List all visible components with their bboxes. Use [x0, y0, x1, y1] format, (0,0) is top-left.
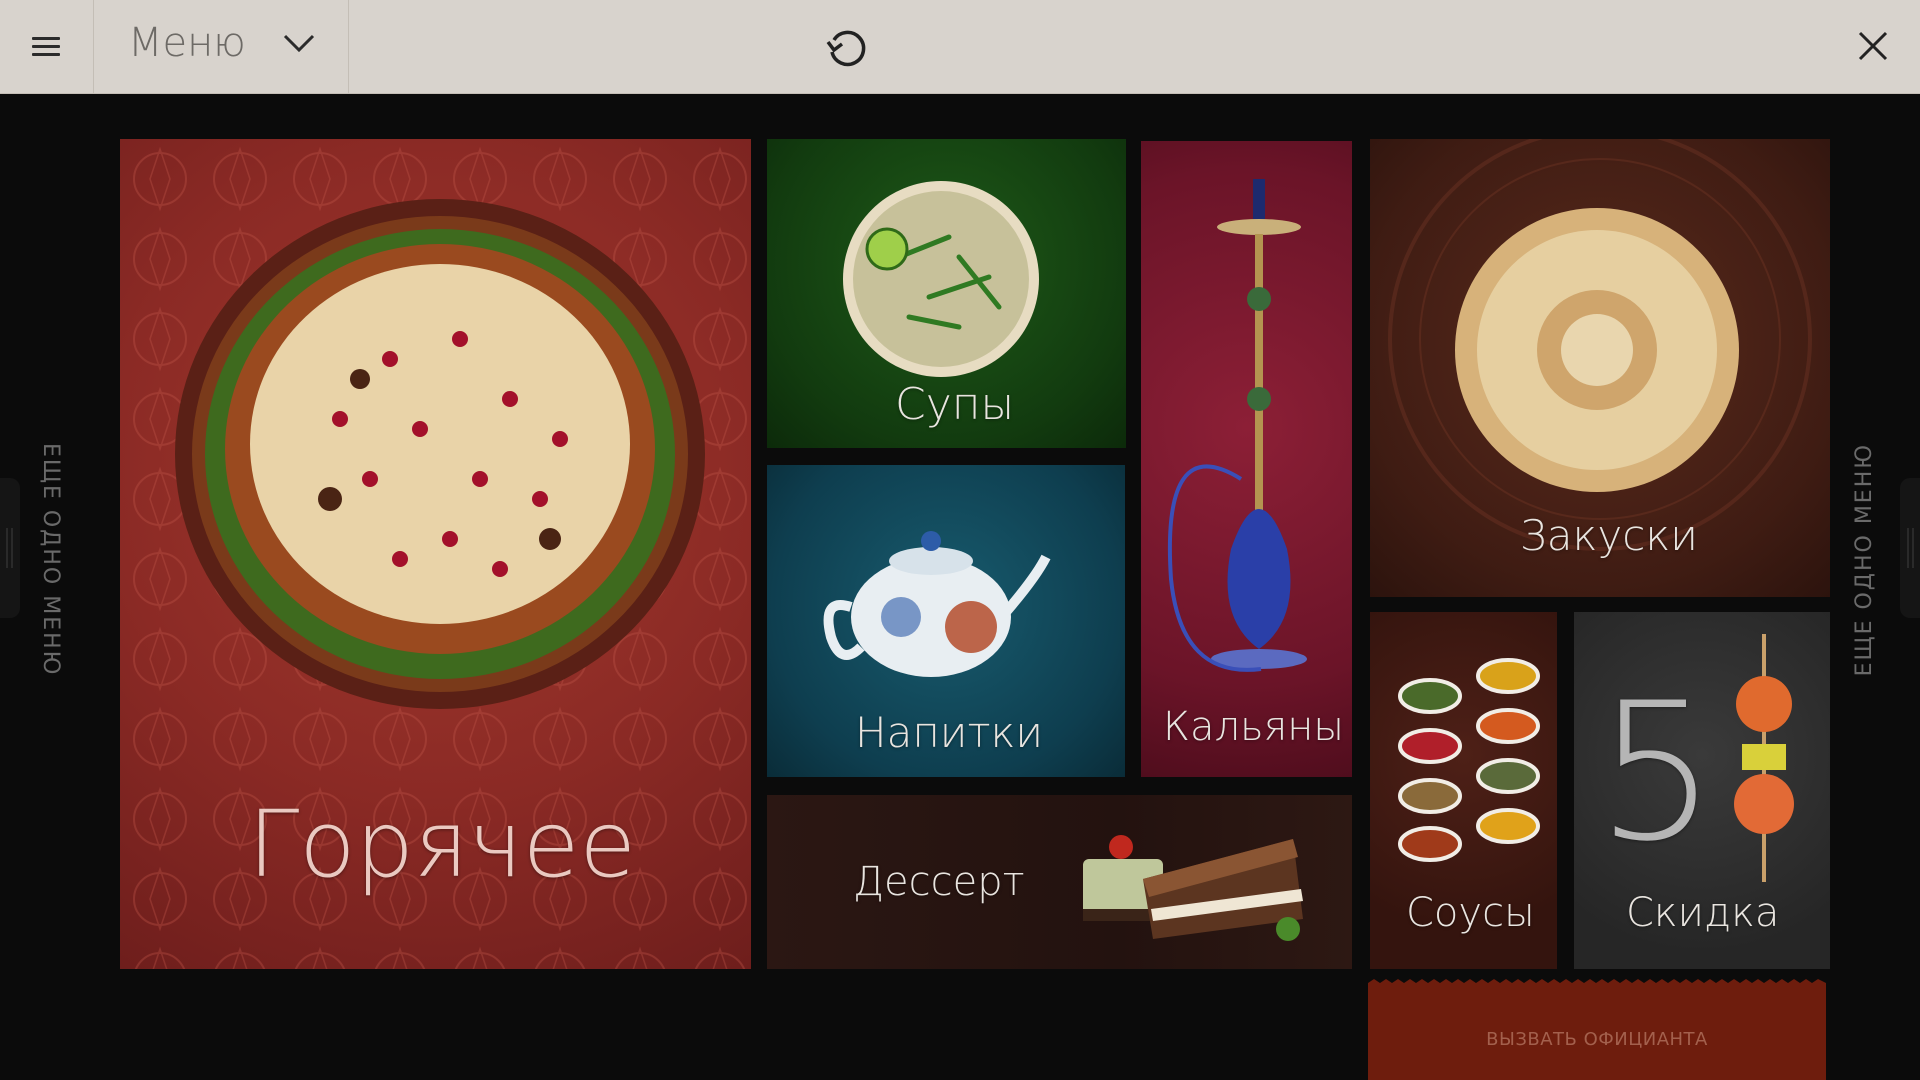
- grip-line: [1907, 528, 1909, 568]
- tile-soups-label: Супы: [895, 379, 1015, 430]
- tile-drinks-label: Напитки: [855, 708, 1044, 757]
- grip-line: [6, 528, 8, 568]
- hamburger-icon-line: [32, 53, 60, 56]
- pilaf-plate-image: [175, 199, 705, 709]
- tile-dessert[interactable]: Дессерт: [767, 795, 1352, 969]
- tile-hookahs-label: Кальяны: [1163, 704, 1345, 750]
- side-label-left[interactable]: ЕЩЕ ОДНО МЕНЮ: [38, 443, 63, 676]
- side-label-right[interactable]: ЕЩЕ ОДНО МЕНЮ: [1852, 443, 1877, 676]
- right-side-handle[interactable]: [1900, 478, 1920, 618]
- left-side-handle[interactable]: [0, 478, 20, 618]
- tile-soups[interactable]: Супы: [767, 139, 1126, 448]
- menu-dropdown-label: Меню: [128, 20, 246, 66]
- tile-snacks[interactable]: Закуски: [1370, 139, 1830, 597]
- tile-sauces-label: Соусы: [1406, 890, 1535, 936]
- tile-hookahs[interactable]: Кальяны: [1141, 141, 1352, 777]
- close-icon[interactable]: [1855, 28, 1891, 64]
- grip-line: [1912, 528, 1914, 568]
- hookah-image: [1167, 179, 1307, 672]
- refresh-icon[interactable]: [822, 22, 872, 72]
- hamburger-menu-button[interactable]: [0, 0, 94, 93]
- chevron-down-icon[interactable]: [282, 32, 316, 54]
- call-waiter-label: ВЫЗВАТЬ ОФИЦИАНТА: [1486, 1029, 1708, 1050]
- discount-value: 5: [1596, 662, 1717, 883]
- hamburger-icon: [32, 37, 60, 40]
- tile-snacks-label: Закуски: [1520, 511, 1698, 560]
- grip-line: [11, 528, 13, 568]
- tile-sauces[interactable]: Соусы: [1370, 612, 1557, 969]
- tile-hot-dishes[interactable]: Горячее: [120, 139, 751, 969]
- hamburger-icon-line: [32, 45, 60, 48]
- soup-bowl-image: [843, 181, 1039, 377]
- bread-image: [1455, 208, 1739, 492]
- teapot-image: [823, 531, 1051, 677]
- cake-image: [1083, 835, 1303, 941]
- tile-dessert-label: Дессерт: [853, 859, 1025, 905]
- tile-discount[interactable]: 5 Скидка: [1574, 612, 1830, 969]
- tile-drinks[interactable]: Напитки: [767, 465, 1125, 777]
- call-waiter-button[interactable]: ВЫЗВАТЬ ОФИЦИАНТА: [1368, 979, 1826, 1080]
- spices-image: [1398, 658, 1540, 862]
- top-bar: Меню: [0, 0, 1920, 94]
- zigzag-edge: [1368, 979, 1826, 987]
- tile-hot-dishes-label: Горячее: [248, 791, 636, 898]
- tile-discount-label: Скидка: [1626, 890, 1780, 936]
- kebab-image: [1734, 634, 1794, 882]
